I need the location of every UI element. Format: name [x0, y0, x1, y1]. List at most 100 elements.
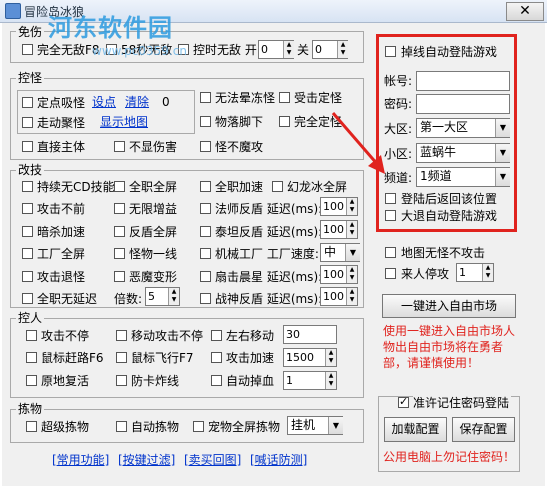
skill-assassin-speed-checkbox[interactable] [22, 226, 33, 237]
group-pickup-legend: 拣物 [16, 402, 45, 416]
auto-drop-checkbox[interactable] [211, 375, 222, 386]
map-no-attack-checkbox[interactable] [385, 247, 396, 258]
load-config-button[interactable]: 加载配置 [384, 417, 447, 442]
pet-pickup-checkbox[interactable] [193, 421, 204, 432]
link-common-functions[interactable]: [常用功能] [52, 453, 109, 467]
skill-shield-fullscreen-checkbox[interactable] [114, 226, 125, 237]
mage-delay-arrows[interactable]: ▲ ▼ [346, 198, 357, 215]
link-buy-sell[interactable]: [卖买回图] [184, 453, 241, 467]
move-attack-checkbox[interactable] [116, 330, 127, 341]
hit-fixed-label: 受击定怪 [294, 91, 343, 105]
monster-no-attack-checkbox[interactable] [200, 141, 211, 152]
fan-delay-arrows[interactable]: ▲ ▼ [346, 266, 357, 283]
link-key-filter[interactable]: [按键过滤] [118, 453, 175, 467]
drop-under-checkbox[interactable] [200, 116, 211, 127]
pickup-mode-arrow-icon[interactable]: ▼ [328, 417, 343, 434]
clear-link[interactable]: 清除 [125, 95, 149, 109]
revive-checkbox[interactable] [26, 375, 37, 386]
stop-value-arrows[interactable]: ▲ ▼ [482, 264, 493, 281]
invincible-f8-checkbox[interactable] [22, 44, 33, 55]
super-pickup-checkbox[interactable] [26, 421, 37, 432]
factory-speed-arrow-icon[interactable]: ▼ [345, 244, 360, 261]
skill-demon-transform-checkbox[interactable] [114, 271, 125, 282]
timed-invincible-label: 控时无敌 开 [193, 43, 257, 57]
skill-mech-factory-label: 机械工厂 工厂速度: [215, 247, 319, 261]
skill-all-fullscreen-checkbox[interactable] [114, 181, 125, 192]
map-no-attack-label: 地图无怪不攻击 [401, 246, 486, 260]
auto-pickup-checkbox[interactable] [116, 421, 127, 432]
channel-arrow-icon[interactable]: ▼ [495, 168, 510, 186]
direct-main-checkbox[interactable] [22, 141, 33, 152]
attack-speed-label: 攻击加速 [226, 351, 275, 365]
channel-label: 频道: [384, 171, 413, 185]
attack-speed-checkbox[interactable] [211, 352, 222, 363]
no-faint-checkbox[interactable] [200, 92, 211, 103]
mouse-fly-checkbox[interactable] [116, 352, 127, 363]
skill-factory-fullscreen-checkbox[interactable] [22, 248, 33, 259]
close-button[interactable]: ✕ [506, 2, 544, 21]
region-label: 大区: [384, 122, 413, 136]
allow-remember-checkbox[interactable] [398, 395, 409, 408]
war-delay-arrows[interactable]: ▲ ▼ [346, 288, 357, 305]
move-attack-label: 移动攻击不停 [131, 329, 204, 343]
skill-fan-star-label: 扇击晨星 延迟(ms): [215, 270, 323, 284]
return-position-label: 登陆后返回该位置 [401, 192, 498, 206]
show-map-link[interactable]: 显示地图 [100, 115, 148, 129]
region-value: 第一大区 [420, 120, 469, 134]
invincible-f8-label: 完全无敌F8 [37, 43, 100, 57]
skill-no-delay-checkbox[interactable] [22, 293, 33, 304]
skill-no-cd-checkbox[interactable] [22, 181, 33, 192]
auto-login-checkbox[interactable] [385, 46, 396, 57]
titan-delay-arrows[interactable]: ▲ ▼ [346, 221, 357, 238]
skill-infinite-buff-checkbox[interactable] [114, 203, 125, 214]
full-fixed-checkbox[interactable] [279, 116, 290, 127]
mouse-fly-label: 鼠标飞行F7 [131, 351, 194, 365]
region-arrow-icon[interactable]: ▼ [495, 119, 510, 137]
save-config-button[interactable]: 保存配置 [452, 417, 515, 442]
attack-speed-value: 1500 [286, 351, 314, 364]
hit-fixed-checkbox[interactable] [279, 92, 290, 103]
skill-war-shield-checkbox[interactable] [200, 293, 211, 304]
multiplier-value: 5 [148, 290, 155, 303]
walk-suck-checkbox[interactable] [22, 117, 33, 128]
left-right-spinner[interactable]: 30 [283, 325, 337, 344]
set-point-link[interactable]: 设点 [92, 95, 116, 109]
skill-knockback-label: 攻击退怪 [37, 270, 86, 284]
left-right-move-label: 左右移动 [226, 329, 275, 343]
channel-value: 1频道 [420, 169, 452, 183]
free-market-button[interactable]: 一键进入自由市场 [382, 294, 516, 318]
watermark-url: www.pc0359.cn [92, 44, 187, 58]
skill-knockback-checkbox[interactable] [22, 271, 33, 282]
skill-all-speed-checkbox[interactable] [200, 181, 211, 192]
password-input[interactable] [416, 94, 510, 114]
left-right-move-checkbox[interactable] [211, 330, 222, 341]
multiplier-arrows[interactable]: ▲ ▼ [168, 288, 179, 305]
skill-mage-shield-checkbox[interactable] [200, 203, 211, 214]
skill-no-forward-checkbox[interactable] [22, 203, 33, 214]
drop-under-label: 物落脚下 [215, 115, 264, 129]
zone-arrow-icon[interactable]: ▼ [495, 144, 510, 162]
skill-mech-factory-checkbox[interactable] [200, 248, 211, 259]
mouse-fast-checkbox[interactable] [26, 352, 37, 363]
mouse-fast-label: 鼠标赶路F6 [41, 351, 104, 365]
timed-off-arrows[interactable]: ▲ ▼ [337, 41, 348, 58]
skill-dragon-ice-checkbox[interactable] [272, 181, 283, 192]
account-input[interactable] [416, 71, 510, 91]
fixed-suck-label: 定点吸怪 [37, 96, 86, 110]
skill-titan-shield-checkbox[interactable] [200, 226, 211, 237]
skill-assassin-speed-label: 暗杀加速 [37, 225, 86, 239]
anti-lag-checkbox[interactable] [116, 375, 127, 386]
exit-auto-login-checkbox[interactable] [385, 210, 396, 221]
fixed-suck-checkbox[interactable] [22, 97, 33, 108]
skill-fan-star-checkbox[interactable] [200, 271, 211, 282]
timed-on-arrows[interactable]: ▲ ▼ [283, 41, 294, 58]
return-position-checkbox[interactable] [385, 193, 396, 204]
skill-monster-line-checkbox[interactable] [114, 248, 125, 259]
link-shout[interactable]: [喊话防测] [250, 453, 307, 467]
no-damage-show-checkbox[interactable] [114, 141, 125, 152]
skill-factory-fullscreen-label: 工厂全屏 [37, 247, 86, 261]
attack-nonstop-checkbox[interactable] [26, 330, 37, 341]
stop-on-player-checkbox[interactable] [385, 268, 396, 279]
auto-drop-arrows[interactable]: ▲ ▼ [325, 372, 336, 389]
attack-speed-arrows[interactable]: ▲ ▼ [325, 349, 336, 366]
